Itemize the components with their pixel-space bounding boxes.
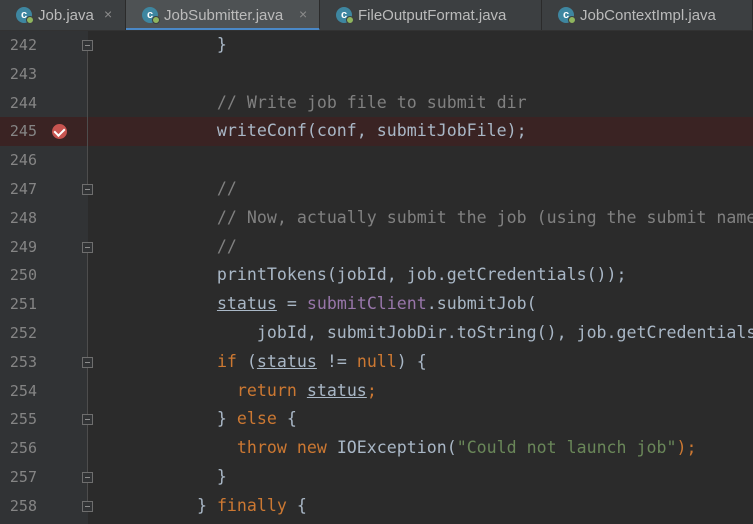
line-number[interactable]: 244	[0, 89, 37, 118]
code-line[interactable]: 248 // Now, actually submit the job (usi…	[0, 204, 753, 233]
code-text: status = submitClient.submitJob(	[216, 294, 537, 314]
code-text: //	[137, 236, 237, 256]
line-number[interactable]: 248	[0, 204, 37, 233]
code-line[interactable]: 255 } else {	[0, 405, 753, 434]
fold-marker-icon[interactable]	[82, 241, 93, 253]
line-number[interactable]: 243	[0, 60, 37, 89]
line-number[interactable]: 254	[0, 377, 37, 406]
fold-marker-icon[interactable]	[82, 414, 93, 426]
code-line[interactable]: 258 } finally {	[0, 492, 753, 521]
code-line[interactable]: 245 writeConf(conf, submitJobFile);	[0, 117, 753, 147]
code-line[interactable]: 257 }	[0, 463, 753, 492]
line-number[interactable]: 258	[0, 492, 37, 521]
editor-tab-bar: c Job.java × c JobSubmitter.java × c FileOutput…	[0, 0, 753, 31]
code-text: } else {	[137, 409, 297, 429]
tab-jobsubmitter-java[interactable]: c JobSubmitter.java ×	[126, 0, 320, 30]
code-text: // Write job file to submit dir	[137, 92, 527, 112]
code-line[interactable]: 251 status = submitClient.submitJob(	[0, 290, 753, 319]
class-icon: c	[558, 7, 576, 24]
code-line[interactable]: 250 printTokens(jobId, job.getCredential…	[0, 261, 753, 290]
breakpoint-verified-icon[interactable]	[52, 124, 67, 140]
fold-guide-line	[87, 483, 88, 501]
line-number[interactable]: 256	[0, 434, 37, 463]
close-icon[interactable]: ×	[104, 6, 112, 23]
line-number[interactable]: 246	[0, 146, 37, 175]
tab-label: FileOutputFormat.java	[358, 7, 507, 24]
code-text: printTokens(jobId, job.getCredentials())…	[137, 265, 627, 285]
code-text: throw new IOException("Could not launch …	[236, 438, 697, 458]
fold-marker-icon[interactable]	[82, 500, 93, 512]
code-line[interactable]: 254 return status;	[0, 377, 753, 406]
code-line[interactable]: 252 jobId, submitJobDir.toString(), job.…	[0, 319, 753, 348]
code-line[interactable]: 246	[0, 146, 753, 175]
code-line[interactable]: 249 //	[0, 233, 753, 262]
code-line[interactable]: 256 throw new IOException("Could not lau…	[0, 434, 753, 463]
close-icon[interactable]: ×	[299, 6, 307, 23]
line-number[interactable]: 257	[0, 463, 37, 492]
class-icon: c	[336, 7, 354, 24]
fold-guide-line	[87, 367, 88, 415]
line-number[interactable]: 252	[0, 319, 37, 348]
fold-guide-line	[87, 252, 88, 357]
tab-label: JobSubmitter.java	[164, 7, 284, 24]
line-number[interactable]: 245	[0, 117, 37, 146]
fold-marker-icon[interactable]	[82, 40, 93, 51]
tab-label: Job.java	[38, 7, 94, 24]
tab-label: JobContextImpl.java	[580, 7, 716, 24]
code-line[interactable]: 243	[0, 60, 753, 89]
code-line[interactable]: 253 if (status != null) {	[0, 348, 753, 377]
fold-guide-line	[87, 51, 88, 184]
code-line[interactable]: 244 // Write job file to submit dir	[0, 89, 753, 118]
fold-marker-icon[interactable]	[82, 184, 93, 195]
line-number[interactable]: 255	[0, 405, 37, 434]
line-number[interactable]: 242	[0, 31, 37, 60]
code-editor[interactable]: 242 } 243 244 // Write job file to submit …	[0, 31, 753, 524]
code-line[interactable]: 247 //	[0, 175, 753, 204]
code-text: if (status != null) {	[216, 351, 427, 371]
tab-jobcontextimpl-java[interactable]: c JobContextImpl.java	[542, 0, 753, 30]
code-text: jobId, submitJobDir.toString(), job.getC…	[137, 323, 753, 342]
code-text: // Now, actually submit the job (using t…	[137, 207, 753, 227]
line-number[interactable]: 249	[0, 233, 37, 262]
tab-job-java[interactable]: c Job.java ×	[0, 0, 126, 30]
code-text: //	[137, 179, 237, 198]
tab-fileoutputformat-java[interactable]: c FileOutputFormat.java	[320, 0, 542, 30]
line-number[interactable]: 253	[0, 348, 37, 377]
line-number[interactable]: 251	[0, 290, 37, 319]
code-text: }	[137, 467, 227, 486]
fold-guide-line	[87, 425, 88, 472]
line-number[interactable]: 247	[0, 175, 37, 204]
fold-marker-icon[interactable]	[82, 356, 93, 368]
fold-marker-icon[interactable]	[82, 472, 93, 483]
line-number[interactable]: 250	[0, 261, 37, 290]
code-text: writeConf(conf, submitJobFile);	[137, 121, 527, 141]
code-text: } finally {	[137, 495, 307, 515]
class-icon: c	[142, 7, 160, 24]
code-text: }	[137, 35, 227, 54]
class-icon: c	[16, 7, 34, 24]
code-text: return status;	[236, 380, 377, 400]
code-line[interactable]: 242 }	[0, 31, 753, 60]
